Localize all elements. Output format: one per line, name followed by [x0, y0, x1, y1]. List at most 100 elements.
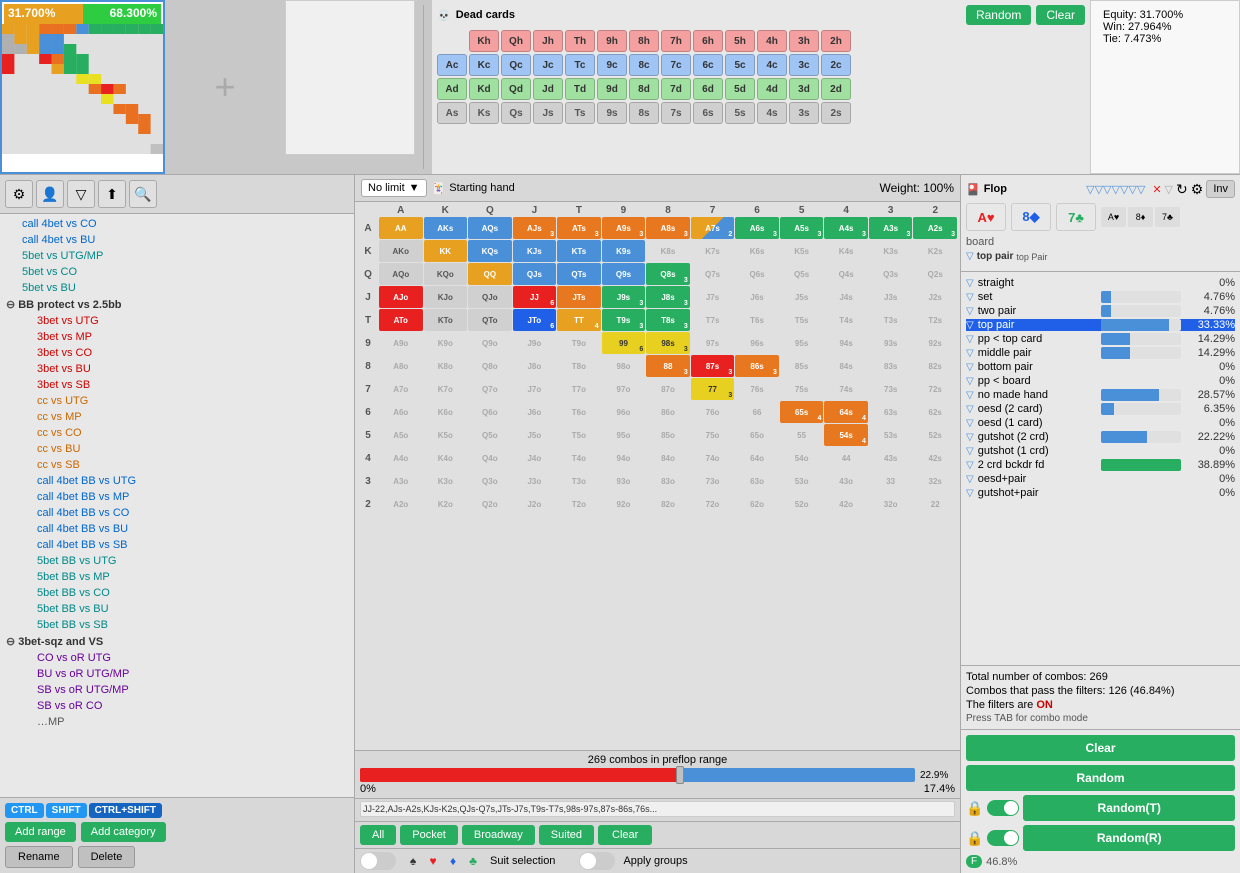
matrix-cell-5-5[interactable]: 996	[602, 332, 646, 354]
matrix-cell-12-0[interactable]: A2o	[379, 493, 423, 515]
card-3d[interactable]: 3d	[789, 78, 819, 100]
card-9s[interactable]: 9s	[597, 102, 627, 124]
x-icon[interactable]: ✕	[1152, 183, 1161, 196]
matrix-cell-5-6[interactable]: 98s3	[646, 332, 690, 354]
matrix-cell-0-12[interactable]: A2s3	[913, 217, 957, 239]
matrix-cell-11-2[interactable]: Q3o	[468, 470, 512, 492]
suited-button[interactable]: Suited	[539, 825, 594, 845]
card-8c[interactable]: 8c	[629, 54, 659, 76]
card-5h[interactable]: 5h	[725, 30, 755, 52]
sidebar-item-cc-sb[interactable]: cc vs SB	[2, 457, 352, 473]
flop-card-ah-container[interactable]: A♥	[966, 203, 1006, 231]
matrix-cell-9-2[interactable]: Q5o	[468, 424, 512, 446]
sidebar-item-bb-protect[interactable]: ⊖ BB protect vs 2.5bb	[2, 296, 352, 313]
matrix-cell-1-7[interactable]: K7s	[691, 240, 735, 262]
matrix-cell-8-9[interactable]: 65s4	[780, 401, 824, 423]
matrix-cell-3-2[interactable]: QJo	[468, 286, 512, 308]
flop-card-7c-container[interactable]: 7♣	[1056, 203, 1096, 231]
card-2d[interactable]: 2d	[821, 78, 851, 100]
card-ts[interactable]: Ts	[565, 102, 595, 124]
sidebar-item-cc-utg[interactable]: cc vs UTG	[2, 393, 352, 409]
matrix-cell-7-1[interactable]: K7o	[424, 378, 468, 400]
matrix-cell-0-5[interactable]: A9s3	[602, 217, 646, 239]
matrix-cell-6-12[interactable]: 82s	[913, 355, 957, 377]
matrix-cell-3-10[interactable]: J4s	[824, 286, 868, 308]
matrix-cell-10-0[interactable]: A4o	[379, 447, 423, 469]
matrix-cell-10-6[interactable]: 84o	[646, 447, 690, 469]
matrix-cell-7-4[interactable]: T7o	[557, 378, 601, 400]
matrix-cell-4-1[interactable]: KTo	[424, 309, 468, 331]
card-6s[interactable]: 6s	[693, 102, 723, 124]
matrix-cell-10-4[interactable]: T4o	[557, 447, 601, 469]
suit-selector-c[interactable]: 8♦	[1128, 207, 1153, 227]
matrix-cell-12-2[interactable]: Q2o	[468, 493, 512, 515]
matrix-cell-1-8[interactable]: K6s	[735, 240, 779, 262]
sidebar-item-5bet-bb-co[interactable]: 5bet BB vs CO	[2, 585, 352, 601]
matrix-cell-2-5[interactable]: Q9s	[602, 263, 646, 285]
matrix-cell-9-3[interactable]: J5o	[513, 424, 557, 446]
matrix-cell-8-0[interactable]: A6o	[379, 401, 423, 423]
matrix-cell-7-12[interactable]: 72s	[913, 378, 957, 400]
matrix-cell-8-3[interactable]: J6o	[513, 401, 557, 423]
random-t-button[interactable]: Random(T)	[1023, 795, 1235, 821]
matrix-cell-4-8[interactable]: T6s	[735, 309, 779, 331]
matrix-cell-0-0[interactable]: AA	[379, 217, 423, 239]
matrix-cell-1-1[interactable]: KK	[424, 240, 468, 262]
card-7d[interactable]: 7d	[661, 78, 691, 100]
matrix-cell-10-7[interactable]: 74o	[691, 447, 735, 469]
suit-selector-d[interactable]: 7♣	[1155, 207, 1180, 227]
filter-arrow-12[interactable]: ▽	[966, 446, 974, 457]
matrix-cell-2-4[interactable]: QTs	[557, 263, 601, 285]
random-r-button[interactable]: Random(R)	[1023, 825, 1235, 851]
card-8h[interactable]: 8h	[629, 30, 659, 52]
matrix-cell-9-4[interactable]: T5o	[557, 424, 601, 446]
sidebar-item-cc-mp[interactable]: cc vs MP	[2, 409, 352, 425]
filter-arrow-7[interactable]: ▽	[966, 376, 974, 387]
matrix-cell-5-3[interactable]: J9o	[513, 332, 557, 354]
matrix-cell-7-0[interactable]: A7o	[379, 378, 423, 400]
matrix-cell-9-12[interactable]: 52s	[913, 424, 957, 446]
matrix-cell-7-7[interactable]: 773	[691, 378, 735, 400]
matrix-cell-12-3[interactable]: J2o	[513, 493, 557, 515]
matrix-cell-10-5[interactable]: 94o	[602, 447, 646, 469]
clear-button[interactable]: Clear	[598, 825, 652, 845]
rename-button[interactable]: Rename	[5, 846, 73, 868]
card-6d[interactable]: 6d	[693, 78, 723, 100]
sidebar-item-3bet-sb[interactable]: 3bet vs SB	[2, 377, 352, 393]
toggle-t[interactable]	[987, 800, 1019, 816]
collapse-bb-protect[interactable]: ⊖	[6, 298, 15, 311]
matrix-cell-6-1[interactable]: K8o	[424, 355, 468, 377]
card-3s[interactable]: 3s	[789, 102, 819, 124]
matrix-cell-2-2[interactable]: QQ	[468, 263, 512, 285]
matrix-cell-2-7[interactable]: Q7s	[691, 263, 735, 285]
matrix-cell-10-12[interactable]: 42s	[913, 447, 957, 469]
sidebar-item-sb-or-co[interactable]: SB vs oR CO	[2, 698, 352, 714]
sidebar-item-mp[interactable]: …MP	[2, 714, 352, 730]
delete-button[interactable]: Delete	[78, 846, 136, 868]
card-4s[interactable]: 4s	[757, 102, 787, 124]
matrix-cell-2-3[interactable]: QJs	[513, 263, 557, 285]
sidebar-item-cc-bu[interactable]: cc vs BU	[2, 441, 352, 457]
sidebar-item-cc-co[interactable]: cc vs CO	[2, 425, 352, 441]
matrix-cell-1-6[interactable]: K8s	[646, 240, 690, 262]
sidebar-item-3bet-mp[interactable]: 3bet vs MP	[2, 329, 352, 345]
card-ad[interactable]: Ad	[437, 78, 467, 100]
matrix-cell-4-7[interactable]: T7s	[691, 309, 735, 331]
matrix-cell-12-1[interactable]: K2o	[424, 493, 468, 515]
matrix-cell-2-8[interactable]: Q6s	[735, 263, 779, 285]
matrix-cell-12-4[interactable]: T2o	[557, 493, 601, 515]
random-flop-button[interactable]: Random	[966, 765, 1235, 791]
inv-button[interactable]: Inv	[1206, 180, 1235, 198]
matrix-cell-7-5[interactable]: 97o	[602, 378, 646, 400]
clear-flop-button[interactable]: Clear	[966, 735, 1235, 761]
matrix-cell-8-7[interactable]: 76o	[691, 401, 735, 423]
card-kc[interactable]: Kc	[469, 54, 499, 76]
matrix-cell-8-8[interactable]: 66	[735, 401, 779, 423]
matrix-cell-6-9[interactable]: 85s	[780, 355, 824, 377]
sidebar-item-3bet-utg[interactable]: 3bet vs UTG	[2, 313, 352, 329]
matrix-cell-6-5[interactable]: 98o	[602, 355, 646, 377]
shift-button[interactable]: SHIFT	[46, 803, 87, 818]
matrix-cell-5-11[interactable]: 93s	[869, 332, 913, 354]
card-ks[interactable]: Ks	[469, 102, 499, 124]
filter-arrow-14[interactable]: ▽	[966, 474, 974, 485]
